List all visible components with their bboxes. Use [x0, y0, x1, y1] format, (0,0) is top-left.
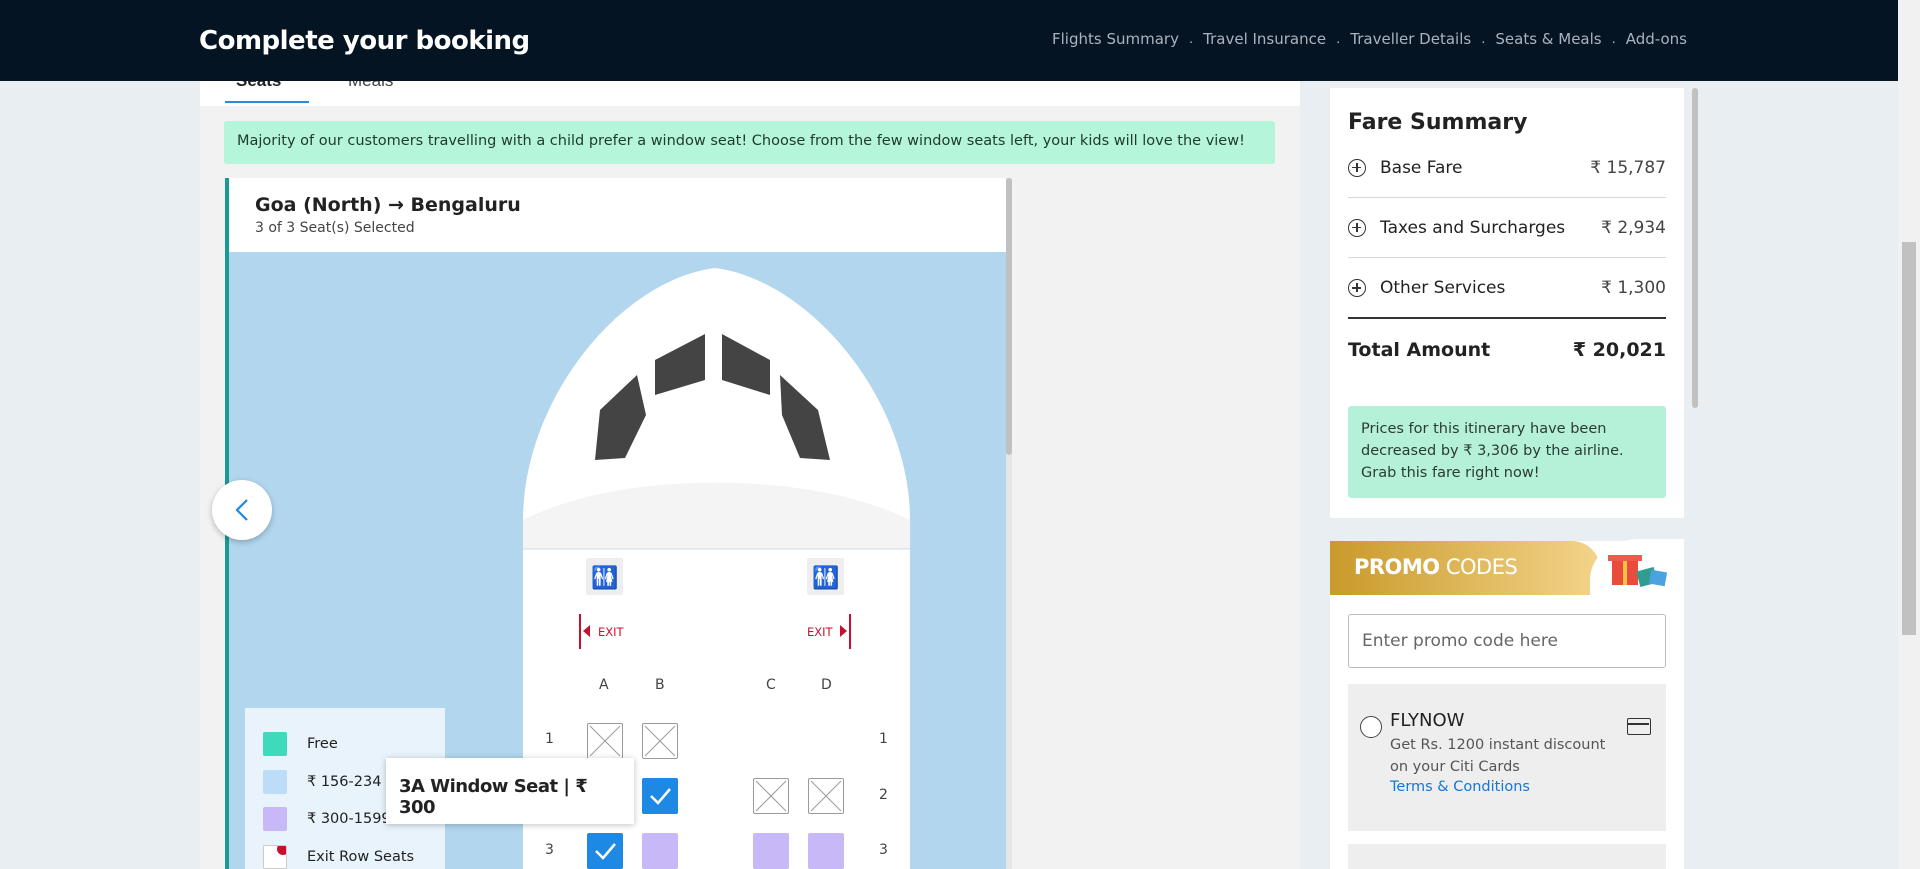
fare-summary-card: Fare Summary Base Fare ₹ 15,787 Taxes an… [1330, 88, 1684, 518]
exit-label-left: EXIT [598, 625, 625, 639]
column-label-b: B [655, 677, 665, 693]
promo-code: FLYNOW [1390, 710, 1465, 731]
row-label-1: 1 [545, 731, 554, 747]
price-decrease-notice: Prices for this itinerary have been decr… [1348, 406, 1666, 498]
column-label-d: D [821, 677, 832, 693]
fare-summary-title: Fare Summary [1348, 110, 1528, 135]
previous-button[interactable] [212, 480, 272, 540]
row-label-3: 3 [545, 842, 554, 858]
seat-2b-selected[interactable] [642, 778, 678, 814]
svg-text:🚻: 🚻 [591, 565, 618, 591]
legend-free: Free [263, 732, 338, 756]
expand-icon[interactable] [1348, 158, 1366, 177]
expand-icon[interactable] [1348, 279, 1366, 297]
legend-range1: ₹ 156-234 [263, 770, 381, 794]
seat-3d[interactable] [808, 833, 844, 869]
page-scroll-thumb[interactable] [1902, 242, 1916, 635]
row-label-1-right: 1 [879, 731, 888, 747]
promo-codes-card: PROMO CODES Enter promo code here FLYNOW… [1330, 539, 1684, 869]
terms-link[interactable]: Terms & Conditions [1390, 779, 1530, 795]
seat-2d [808, 778, 844, 814]
gift-icon [1590, 539, 1684, 601]
promo-offer-flynow[interactable]: FLYNOW Get Rs. 1200 instant discount on … [1348, 684, 1666, 831]
seat-1b [642, 723, 678, 759]
credit-card-icon [1627, 718, 1651, 735]
fare-row-base[interactable]: Base Fare ₹ 15,787 [1348, 138, 1666, 198]
seat-2c [753, 778, 789, 814]
promo-code-input[interactable]: Enter promo code here [1348, 614, 1666, 668]
promo-description: Get Rs. 1200 instant discount on your Ci… [1390, 737, 1606, 775]
fare-scroll-thumb[interactable] [1692, 88, 1698, 408]
legend-exit-row: Exit Row Seats [263, 845, 414, 869]
row-label-2-right: 2 [879, 787, 888, 803]
seat-3c[interactable] [753, 833, 789, 869]
exit-label-right: EXIT [807, 625, 834, 639]
fare-row-other[interactable]: Other Services ₹ 1,300 [1348, 258, 1666, 318]
chevron-left-icon [235, 499, 248, 521]
legend-range2: ₹ 300-1599 [263, 807, 391, 831]
column-label-a: A [599, 677, 609, 693]
column-label-c: C [766, 677, 776, 693]
promo-offer-next[interactable] [1348, 844, 1666, 869]
seat-tooltip: 3A Window Seat | ₹ 300 [386, 758, 634, 824]
fare-row-taxes[interactable]: Taxes and Surcharges ₹ 2,934 [1348, 198, 1666, 258]
fare-total: Total Amount ₹ 20,021 [1348, 317, 1666, 381]
seat-3b[interactable] [642, 833, 678, 869]
seat-3a-selected[interactable] [587, 833, 623, 869]
svg-text:🚻: 🚻 [812, 565, 839, 591]
row-label-3-right: 3 [879, 842, 888, 858]
promo-header: PROMO CODES [1330, 541, 1600, 595]
seat-1a [587, 723, 623, 759]
expand-icon[interactable] [1348, 218, 1366, 237]
promo-radio[interactable] [1360, 716, 1382, 738]
